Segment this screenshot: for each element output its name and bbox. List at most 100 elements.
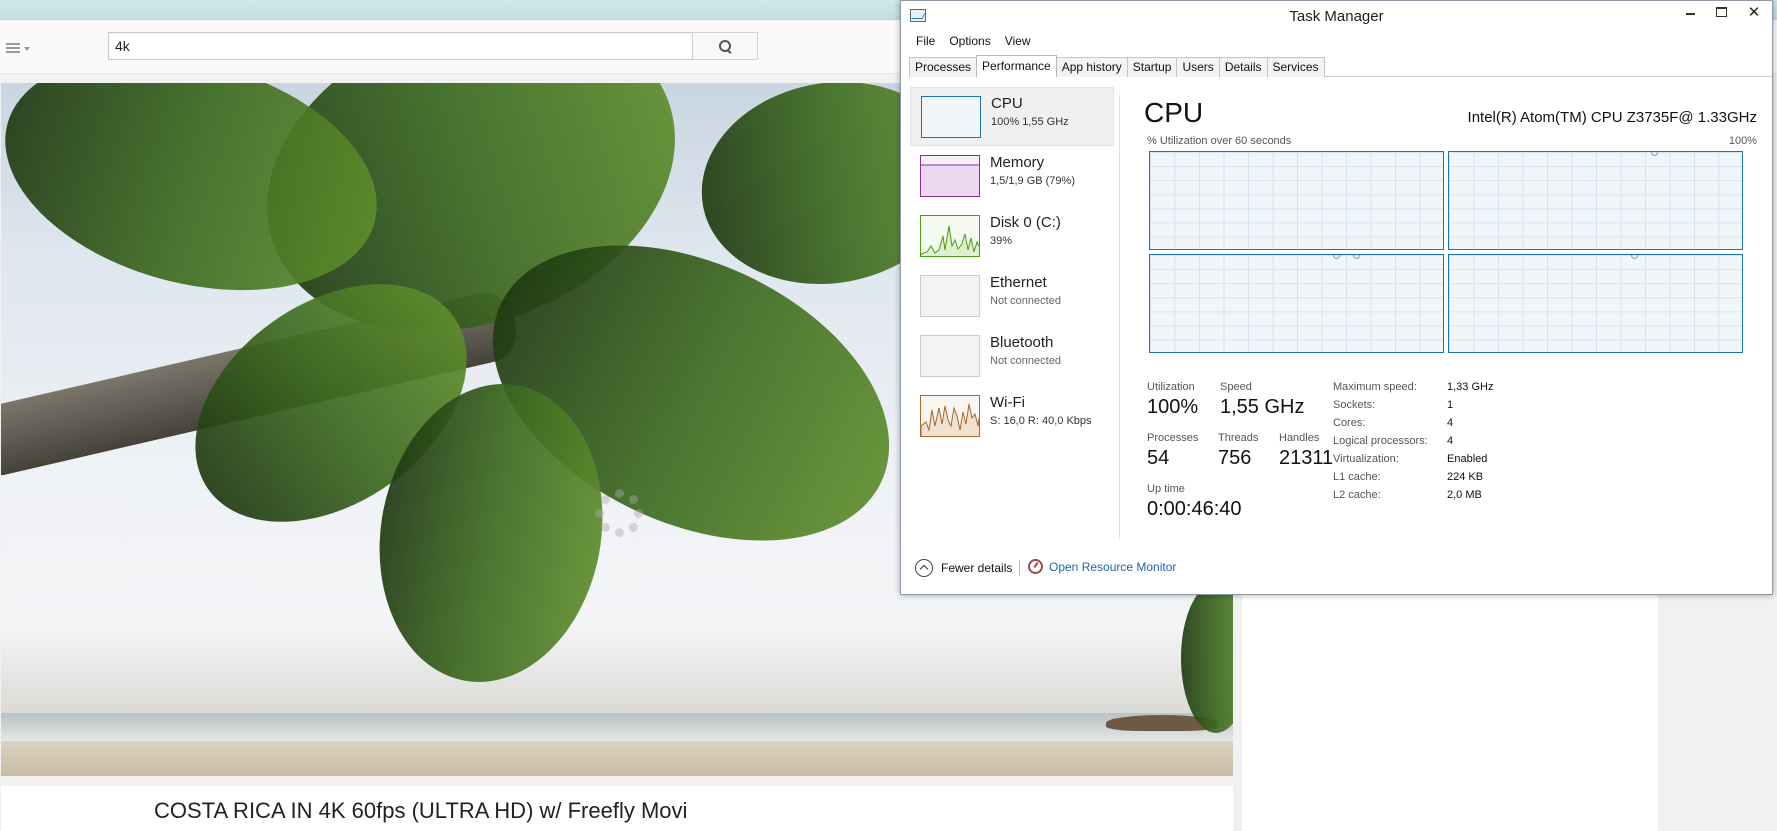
resource-name: Ethernet <box>990 274 1047 291</box>
spec-value: Enabled <box>1447 453 1488 465</box>
hamburger-icon <box>6 43 20 53</box>
video-frame-sea <box>1 713 1233 741</box>
menu-options[interactable]: Options <box>942 32 997 52</box>
handles-label: Handles <box>1279 432 1320 444</box>
wifi-receive-rate: R: 40,0 Kbps <box>1027 415 1092 427</box>
minimize-button[interactable] <box>1675 1 1705 23</box>
menu-view[interactable]: View <box>998 32 1038 52</box>
video-frame-beach <box>1 741 1233 776</box>
cpu-core-graph <box>1149 151 1444 250</box>
search-button[interactable] <box>692 32 758 60</box>
utilization-value: 100% <box>1147 396 1199 418</box>
chevron-up-icon <box>915 559 933 577</box>
resource-item-disk[interactable]: Disk 0 (C:) 39% <box>910 207 1114 266</box>
memory-graph-fill <box>921 164 979 196</box>
bluetooth-mini-graph <box>920 335 980 377</box>
speed-value: 1,55 GHz <box>1220 396 1305 418</box>
performance-resource-list: CPU 100% 1,55 GHz Memory 1,5/1,9 GB (79%… <box>910 87 1114 537</box>
cpu-core-graph <box>1448 254 1743 353</box>
spec-value: 4 <box>1447 417 1454 429</box>
open-resource-monitor-label: Open Resource Monitor <box>1049 559 1177 574</box>
guide-menu-button[interactable] <box>6 40 32 56</box>
resource-detail: 39% <box>990 235 1013 247</box>
fewer-details-button[interactable]: Fewer details <box>915 559 1012 577</box>
resource-item-cpu[interactable]: CPU 100% 1,55 GHz <box>910 87 1114 146</box>
spec-label: Sockets: <box>1333 399 1376 411</box>
resource-item-bluetooth[interactable]: Bluetooth Not connected <box>910 327 1114 386</box>
close-icon: ✕ <box>1747 4 1761 21</box>
spec-value: 2,0 MB <box>1447 489 1482 501</box>
spec-label: Logical processors: <box>1333 435 1428 447</box>
resource-name: Wi-Fi <box>990 394 1025 411</box>
resource-detail: S: 16,0 R: 40,0 Kbps <box>990 415 1092 427</box>
tab-users[interactable]: Users <box>1176 57 1220 77</box>
search-input[interactable] <box>108 32 693 60</box>
graph-line-marker <box>1353 255 1360 259</box>
graph-max-label: 100% <box>1728 135 1757 147</box>
spec-value: 224 KB <box>1447 471 1484 483</box>
spec-value: 4 <box>1447 435 1454 447</box>
processes-label: Processes <box>1147 432 1199 444</box>
close-button[interactable]: ✕ <box>1737 1 1771 23</box>
wifi-mini-graph <box>920 395 980 437</box>
threads-label: Threads <box>1218 432 1259 444</box>
resource-name: Memory <box>990 154 1045 171</box>
task-manager-window: Task Manager ✕ File Options View Process… <box>900 0 1773 595</box>
spec-label: Cores: <box>1333 417 1366 429</box>
window-title: Task Manager <box>1289 8 1384 25</box>
wifi-graph-line <box>921 403 979 436</box>
tab-bar: Processes Performance App history Startu… <box>909 55 1772 77</box>
footer-divider <box>1019 560 1020 576</box>
cpu-core-graph <box>1448 151 1743 250</box>
caret-down-icon <box>24 47 30 51</box>
wifi-send-rate: S: 16,0 <box>990 415 1025 427</box>
handles-value: 21311 <box>1279 447 1334 469</box>
threads-value: 756 <box>1218 447 1252 469</box>
graph-line-marker <box>1651 152 1658 156</box>
resource-detail: Not connected <box>990 355 1061 367</box>
tab-startup[interactable]: Startup <box>1126 57 1178 77</box>
task-manager-footer: Fewer details Open Resource Monitor <box>901 549 1772 589</box>
spec-label: L2 cache: <box>1333 489 1381 501</box>
speed-label: Speed <box>1220 381 1252 393</box>
resource-detail: 1,5/1,9 GB (79%) <box>990 175 1075 187</box>
resource-item-memory[interactable]: Memory 1,5/1,9 GB (79%) <box>910 147 1114 206</box>
resource-item-ethernet[interactable]: Ethernet Not connected <box>910 267 1114 326</box>
spec-label: L1 cache: <box>1333 471 1381 483</box>
graph-line-marker <box>1333 255 1340 259</box>
cpu-model-name: Intel(R) Atom(TM) CPU Z3735F@ 1.33GHz <box>1467 109 1757 126</box>
spec-value: 1 <box>1447 399 1454 411</box>
tab-processes[interactable]: Processes <box>909 57 978 77</box>
tab-app-history[interactable]: App history <box>1055 57 1128 77</box>
resource-item-wifi[interactable]: Wi-Fi S: 16,0 R: 40,0 Kbps <box>910 387 1114 446</box>
task-manager-title-bar[interactable]: Task Manager ✕ <box>901 1 1772 31</box>
memory-mini-graph <box>920 155 980 197</box>
resource-name: Disk 0 (C:) <box>990 214 1061 231</box>
spec-value: 1,33 GHz <box>1447 381 1494 393</box>
tab-performance[interactable]: Performance <box>976 55 1057 77</box>
video-info-panel: COSTA RICA IN 4K 60fps (ULTRA HD) w/ Fre… <box>1 786 1233 831</box>
fewer-details-label: Fewer details <box>941 561 1013 575</box>
video-title: COSTA RICA IN 4K 60fps (ULTRA HD) w/ Fre… <box>154 798 688 823</box>
loading-spinner-icon <box>595 489 643 537</box>
sidebar-divider <box>1119 95 1120 539</box>
cpu-core-graph <box>1149 254 1444 353</box>
menu-file[interactable]: File <box>909 32 942 52</box>
maximize-button[interactable] <box>1706 1 1736 23</box>
tab-services[interactable]: Services <box>1266 57 1325 77</box>
uptime-label: Up time <box>1147 483 1185 495</box>
processes-value: 54 <box>1147 447 1170 469</box>
search-icon <box>718 39 732 53</box>
resource-detail: 100% 1,55 GHz <box>991 116 1069 128</box>
disk-graph-line <box>921 225 979 256</box>
cpu-heading: CPU <box>1144 97 1204 128</box>
spec-label: Maximum speed: <box>1333 381 1417 393</box>
resource-detail: Not connected <box>990 295 1061 307</box>
tab-details[interactable]: Details <box>1218 57 1268 77</box>
cpu-mini-graph <box>921 96 981 138</box>
related-videos-sidebar <box>1242 590 1658 831</box>
graph-line-marker <box>1631 255 1638 259</box>
utilization-label: Utilization <box>1147 381 1195 393</box>
cpu-detail-pane: CPU Intel(R) Atom(TM) CPU Z3735F@ 1.33GH… <box>1133 91 1765 541</box>
open-resource-monitor-link[interactable]: Open Resource Monitor <box>1028 559 1176 574</box>
